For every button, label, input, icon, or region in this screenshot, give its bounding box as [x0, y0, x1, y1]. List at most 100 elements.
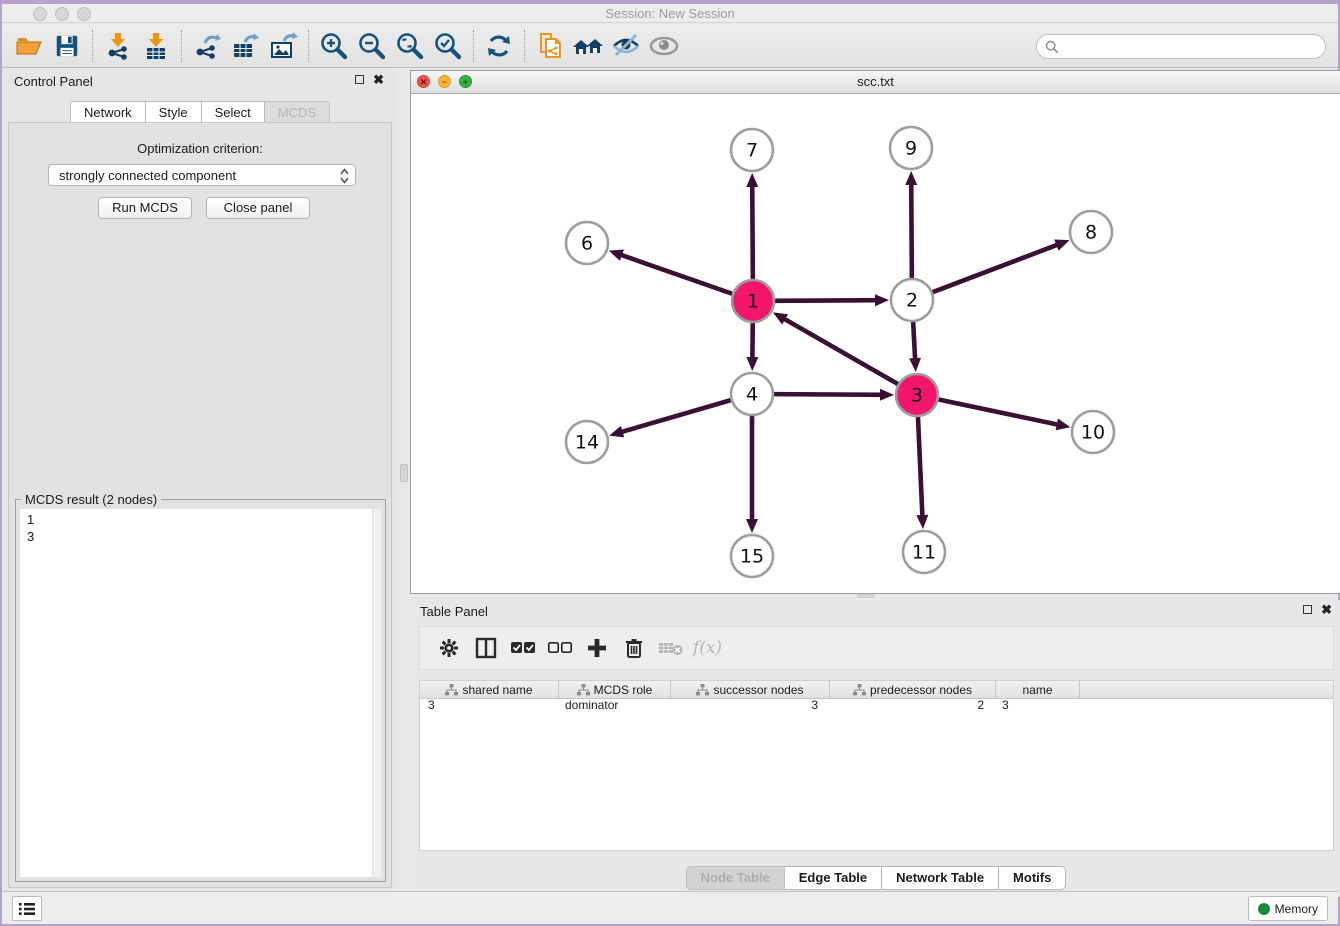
- select-all-rows-icon[interactable]: [504, 630, 541, 666]
- graph-node-label: 2: [906, 290, 918, 312]
- column-header-shared-name[interactable]: shared name: [420, 681, 559, 699]
- close-panel-button[interactable]: Close panel: [206, 197, 310, 219]
- tab-edge-table[interactable]: Edge Table: [785, 866, 882, 890]
- graph-edge-1-6[interactable]: [619, 254, 732, 294]
- cell-name[interactable]: 3: [996, 697, 1080, 713]
- table-row[interactable]: 3dominator323: [420, 697, 1333, 713]
- column-header-successor-nodes[interactable]: successor nodes: [671, 681, 830, 699]
- column-header-predecessor-nodes[interactable]: predecessor nodes: [830, 681, 996, 699]
- column-header-name[interactable]: name: [996, 681, 1080, 699]
- toolbar-separator: [473, 30, 474, 62]
- graph-node-label: 7: [746, 140, 758, 162]
- tab-motifs[interactable]: Motifs: [999, 866, 1066, 890]
- import-table-icon[interactable]: [137, 27, 175, 65]
- vertical-splitter[interactable]: [398, 70, 410, 897]
- network-graph: 7968124314101511: [411, 94, 1340, 594]
- close-panel-icon[interactable]: ✖: [373, 75, 384, 84]
- status-bar: Memory: [2, 891, 1338, 924]
- delete-columns-icon[interactable]: [615, 630, 652, 666]
- tab-node-table[interactable]: Node Table: [686, 866, 785, 890]
- search-input[interactable]: [1064, 40, 1325, 54]
- graph-edge-3-11[interactable]: [918, 417, 923, 518]
- hide-selected-icon[interactable]: [607, 27, 645, 65]
- mcds-result-text[interactable]: 1 3: [20, 509, 381, 877]
- graph-edge-2-8[interactable]: [933, 244, 1060, 292]
- tab-network-table[interactable]: Network Table: [882, 866, 999, 890]
- open-session-icon[interactable]: [10, 27, 48, 65]
- optimization-criterion-label: Optimization criterion:: [9, 141, 391, 156]
- export-network-icon[interactable]: [188, 27, 226, 65]
- graph-edge-3-10[interactable]: [939, 400, 1060, 425]
- zoom-in-icon[interactable]: [315, 27, 353, 65]
- table-panel-tabs: Node TableEdge TableNetwork TableMotifs: [410, 866, 1340, 890]
- graph-edge-2-9[interactable]: [911, 182, 912, 278]
- select-stepper-icon: [339, 167, 350, 188]
- edge-arrowhead: [905, 171, 917, 185]
- edge-arrowhead: [746, 357, 758, 371]
- show-network-overview-icon[interactable]: [569, 27, 607, 65]
- network-canvas[interactable]: 7968124314101511: [411, 94, 1340, 593]
- toolbar-separator: [524, 30, 525, 62]
- export-table-icon[interactable]: [226, 27, 264, 65]
- search-icon: [1045, 40, 1059, 54]
- graph-node-label: 10: [1081, 422, 1105, 444]
- app-window: Session: New Session: [2, 4, 1338, 924]
- float-panel-icon[interactable]: [355, 75, 364, 84]
- edge-arrowhead: [875, 294, 889, 306]
- show-all-icon[interactable]: [645, 27, 683, 65]
- edge-arrowhead: [609, 250, 624, 261]
- network-view-title: scc.txt: [411, 74, 1340, 89]
- column-header-MCDS-role[interactable]: MCDS role: [559, 681, 671, 699]
- close-panel-icon[interactable]: ✖: [1321, 605, 1332, 614]
- list-icon: [18, 902, 36, 916]
- splitter-grip[interactable]: [400, 464, 408, 482]
- graph-edge-3-1[interactable]: [782, 318, 897, 384]
- graph-edge-4-14[interactable]: [620, 400, 731, 432]
- graph-edge-1-7[interactable]: [752, 184, 753, 279]
- node-table[interactable]: shared nameMCDS rolesuccessor nodesprede…: [419, 680, 1334, 851]
- function-builder-icon: f(x): [689, 630, 726, 666]
- graph-edge-1-2[interactable]: [775, 300, 878, 301]
- graph-node-label: 4: [746, 384, 758, 406]
- cell-MCDS-role[interactable]: dominator: [559, 697, 671, 713]
- cell-shared-name[interactable]: 3: [420, 697, 559, 713]
- edge-arrowhead: [1054, 240, 1069, 251]
- search-field[interactable]: [1036, 34, 1326, 59]
- graph-node-label: 6: [581, 233, 593, 255]
- graph-node-label: 15: [740, 546, 764, 568]
- float-panel-icon[interactable]: [1303, 605, 1312, 614]
- table-panel: Table Panel ✖: [410, 600, 1340, 897]
- deselect-all-rows-icon[interactable]: [541, 630, 578, 666]
- column-settings-icon[interactable]: [430, 630, 467, 666]
- mcds-tab-content: Optimization criterion: strongly connect…: [8, 122, 392, 888]
- graph-edge-2-3[interactable]: [913, 322, 915, 361]
- edge-arrowhead: [746, 519, 758, 533]
- graph-node-label: 1: [747, 291, 759, 313]
- edge-arrowhead: [880, 389, 894, 401]
- apply-layout-icon[interactable]: [480, 27, 518, 65]
- edge-arrowhead: [916, 515, 928, 529]
- result-scrollbar[interactable]: [372, 509, 381, 877]
- clone-network-view-icon[interactable]: [531, 27, 569, 65]
- graph-node-label: 3: [911, 385, 923, 407]
- save-session-icon[interactable]: [48, 27, 86, 65]
- run-mcds-button[interactable]: Run MCDS: [98, 197, 192, 219]
- edge-arrowhead: [909, 358, 921, 372]
- cell-successor-nodes[interactable]: 3: [671, 697, 830, 713]
- memory-button[interactable]: Memory: [1248, 896, 1328, 921]
- graph-edge-4-3[interactable]: [774, 394, 883, 395]
- add-column-icon[interactable]: [578, 630, 615, 666]
- zoom-out-icon[interactable]: [353, 27, 391, 65]
- import-network-icon[interactable]: [99, 27, 137, 65]
- task-history-button[interactable]: [12, 896, 42, 921]
- split-table-icon[interactable]: [467, 630, 504, 666]
- cell-predecessor-nodes[interactable]: 2: [830, 697, 996, 713]
- zoom-fit-icon[interactable]: [391, 27, 429, 65]
- graph-node-label: 8: [1085, 222, 1097, 244]
- zoom-selected-icon[interactable]: [429, 27, 467, 65]
- optimization-criterion-select[interactable]: strongly connected component: [48, 164, 356, 186]
- network-window-titlebar[interactable]: ✕ − + scc.txt: [411, 71, 1340, 94]
- main-toolbar: [2, 24, 1338, 68]
- graph-node-label: 14: [575, 432, 599, 454]
- export-image-icon[interactable]: [264, 27, 302, 65]
